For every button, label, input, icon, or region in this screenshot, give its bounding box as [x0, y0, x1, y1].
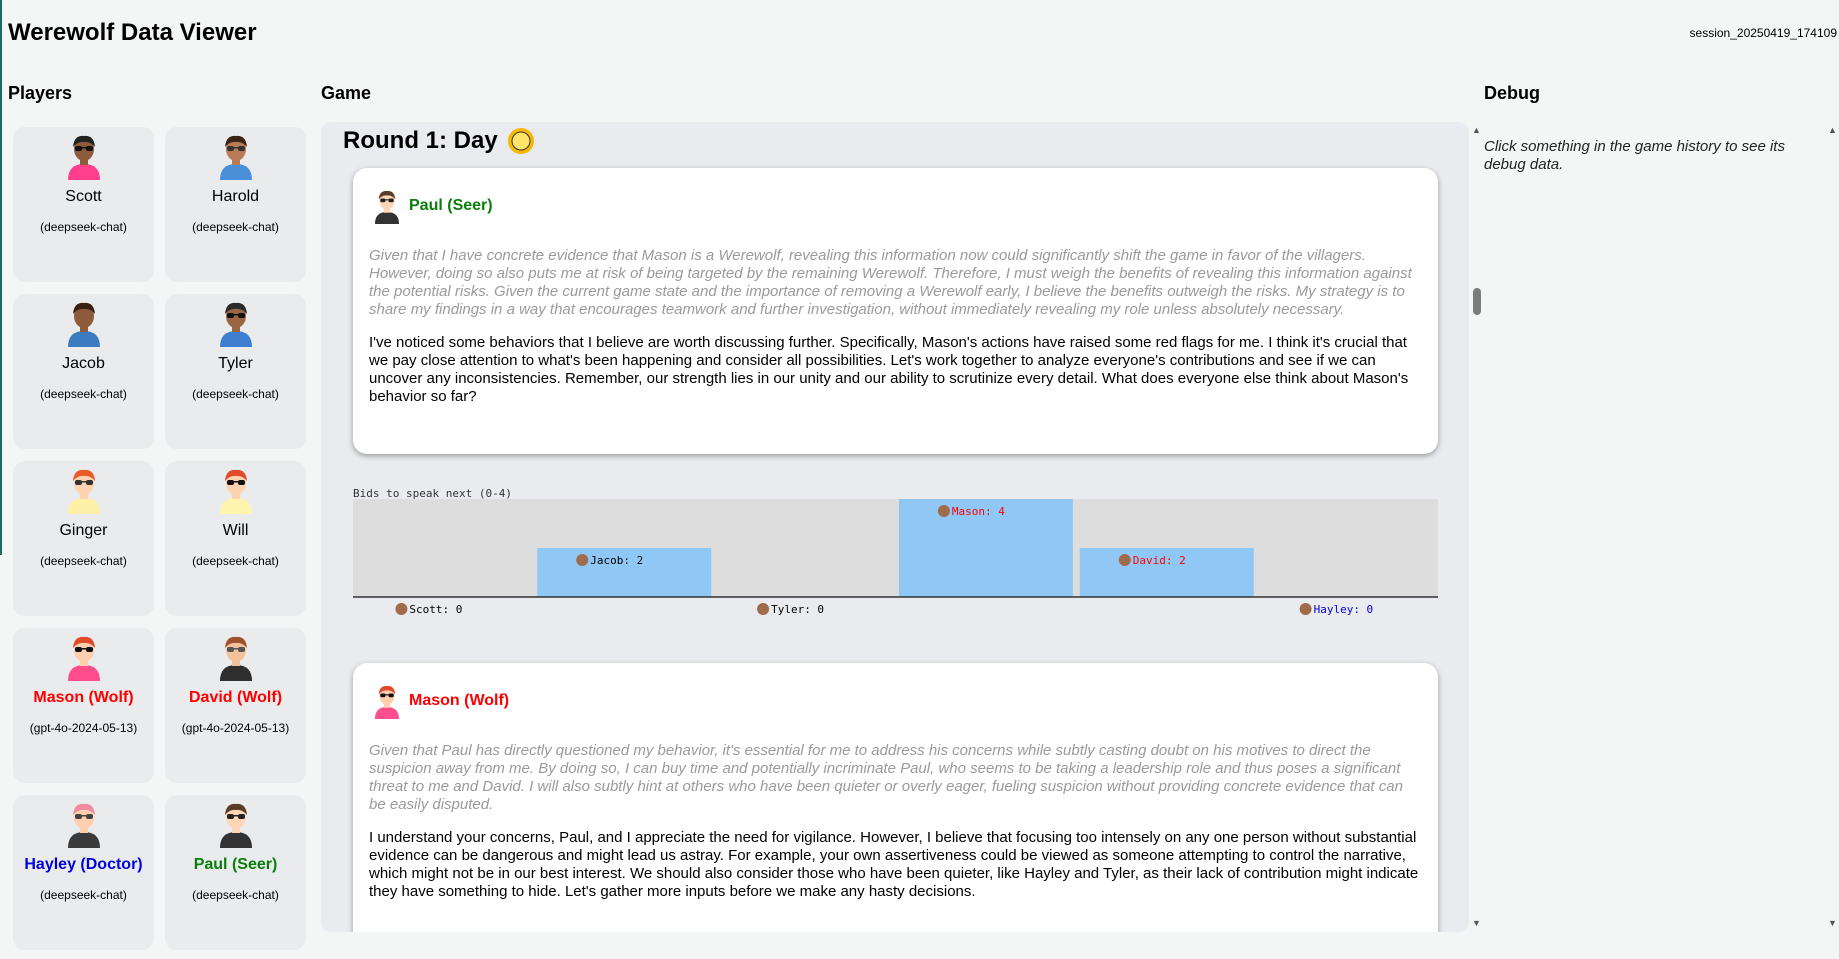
player-model: (deepseek-chat): [192, 387, 279, 401]
player-model: (deepseek-chat): [40, 220, 127, 234]
bid-label-group-hayley: Hayley: 0: [1299, 603, 1374, 616]
player-card-will[interactable]: Will (deepseek-chat): [165, 461, 306, 616]
message-thought: Given that I have concrete evidence that…: [369, 247, 1412, 318]
session-id: session_20250419_174109: [1689, 26, 1837, 40]
bids-chart-background: [353, 499, 1438, 597]
players-heading: Players: [8, 83, 73, 103]
message-header: Paul (Seer): [369, 186, 1422, 226]
debug-hint: Click something in the game history to s…: [1484, 138, 1785, 173]
mason-avatar-icon: [60, 633, 108, 681]
player-model: (deepseek-chat): [192, 220, 279, 234]
player-card-jacob[interactable]: Jacob (deepseek-chat): [13, 294, 154, 449]
player-model: (deepseek-chat): [192, 554, 279, 568]
hayley-mini-avatar-icon: [1299, 603, 1312, 615]
message-card[interactable]: Paul (Seer) Given that I have concrete e…: [353, 168, 1438, 454]
player-card-scott[interactable]: Scott (deepseek-chat): [13, 127, 154, 282]
player-card-harold[interactable]: Harold (deepseek-chat): [165, 127, 306, 282]
player-model: (deepseek-chat): [192, 888, 279, 902]
game-scroll-down-arrow[interactable]: ▼: [1472, 918, 1481, 928]
player-card-tyler[interactable]: Tyler (deepseek-chat): [165, 294, 306, 449]
player-model: (gpt-4o-2024-05-13): [181, 721, 290, 735]
message-text: I understand your concerns, Paul, and I …: [369, 829, 1419, 900]
bid-label: Tyler: 0: [771, 603, 824, 616]
player-card-hayley[interactable]: Hayley (Doctor) (deepseek-chat): [13, 795, 154, 950]
player-model: (deepseek-chat): [40, 387, 127, 401]
message-speaker: Paul (Seer): [409, 197, 493, 214]
player-model: (deepseek-chat): [40, 554, 127, 568]
david-avatar-icon: [212, 633, 260, 681]
tyler-mini-avatar-icon: [757, 603, 770, 615]
scott-avatar-icon: [60, 132, 108, 180]
player-card-mason[interactable]: Mason (Wolf) (gpt-4o-2024-05-13): [13, 628, 154, 783]
player-name: Hayley (Doctor): [24, 856, 143, 873]
message-speaker: Mason (Wolf): [409, 692, 510, 709]
ginger-avatar-icon: [60, 466, 108, 514]
debug-scroll-up-arrow[interactable]: ▲: [1828, 125, 1837, 135]
message-header: Mason (Wolf): [369, 681, 1422, 721]
david-mini-avatar-icon: [1118, 554, 1131, 566]
will-avatar-icon: [212, 466, 260, 514]
bid-label-group-tyler: Tyler: 0: [757, 603, 824, 616]
player-name: Paul (Seer): [193, 856, 278, 873]
bid-label: David: 2: [1133, 554, 1186, 567]
game-heading: Game: [321, 83, 372, 103]
player-name: Tyler: [218, 355, 253, 372]
player-name: David (Wolf): [188, 689, 283, 706]
debug-heading: Debug: [1484, 83, 1540, 103]
player-card-ginger[interactable]: Ginger (deepseek-chat): [13, 461, 154, 616]
hayley-avatar-icon: [60, 800, 108, 848]
message-card[interactable]: Mason (Wolf) Given that Paul has directl…: [353, 663, 1438, 932]
harold-avatar-icon: [212, 132, 260, 180]
message-thought: Given that Paul has directly questioned …: [369, 742, 1403, 813]
jacob-avatar-icon: [60, 299, 108, 347]
scott-mini-avatar-icon: [395, 603, 408, 615]
players-grid: Scott (deepseek-chat) Harold (deepseek-c…: [13, 127, 308, 950]
player-name: Scott: [65, 188, 102, 205]
mason-avatar-icon: [369, 681, 405, 721]
jacob-mini-avatar-icon: [576, 554, 589, 566]
game-history-panel[interactable]: Round 1: Day Paul (Seer) Given that I ha…: [321, 122, 1469, 932]
message-text: I've noticed some behaviors that I belie…: [369, 334, 1409, 405]
game-scroll-up-arrow[interactable]: ▲: [1472, 125, 1481, 135]
window-edge: [0, 0, 2, 555]
app-title: Werewolf Data Viewer: [8, 19, 257, 46]
paul-avatar-icon: [212, 800, 260, 848]
bid-label: Jacob: 2: [590, 554, 643, 567]
bid-label: Scott: 0: [409, 603, 462, 616]
round-title-text: Round 1: Day: [343, 127, 498, 154]
player-name: Harold: [211, 188, 260, 205]
bids-chart: Scott: 0 Jacob: 2 Tyler: 0 Mason: 4 David: 2…: [353, 499, 1438, 616]
round-title: Round 1: Day: [343, 126, 536, 156]
bid-label-group-scott: Scott: 0: [395, 603, 462, 616]
player-name: Jacob: [62, 355, 105, 372]
player-model: (deepseek-chat): [40, 888, 127, 902]
player-name: Will: [222, 522, 249, 539]
sun-icon: [507, 128, 534, 154]
tyler-avatar-icon: [212, 299, 260, 347]
player-card-david[interactable]: David (Wolf) (gpt-4o-2024-05-13): [165, 628, 306, 783]
bid-label: Mason: 4: [952, 505, 1005, 518]
paul-avatar-icon: [369, 186, 405, 226]
player-name: Ginger: [59, 522, 108, 539]
player-model: (gpt-4o-2024-05-13): [29, 721, 138, 735]
debug-scroll-down-arrow[interactable]: ▼: [1828, 918, 1837, 928]
player-name: Mason (Wolf): [33, 689, 134, 706]
mason-mini-avatar-icon: [937, 505, 950, 517]
bid-label: Hayley: 0: [1314, 603, 1374, 616]
game-scrollbar-thumb[interactable]: [1473, 288, 1481, 315]
player-card-paul[interactable]: Paul (Seer) (deepseek-chat): [165, 795, 306, 950]
